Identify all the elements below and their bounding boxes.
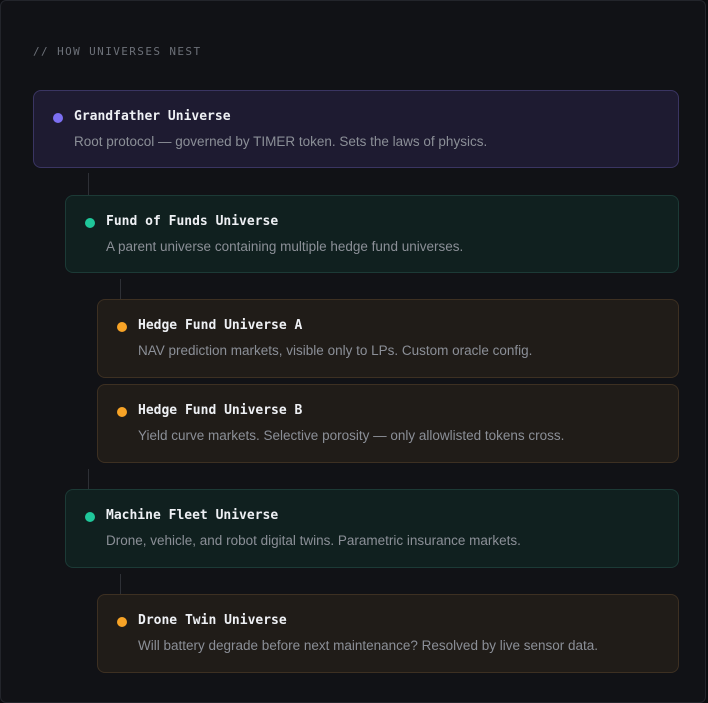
tree-connector xyxy=(120,279,121,299)
status-dot-icon xyxy=(117,617,127,627)
status-dot-icon xyxy=(85,218,95,228)
section-label: // HOW UNIVERSES NEST xyxy=(33,45,202,58)
universe-description: A parent universe containing multiple he… xyxy=(106,239,464,254)
universe-description: Yield curve markets. Selective porosity … xyxy=(138,428,565,443)
universe-nesting-panel: // HOW UNIVERSES NEST Grandfather Univer… xyxy=(0,0,706,703)
universe-card-hedge-fund-b[interactable]: Hedge Fund Universe B Yield curve market… xyxy=(97,384,679,463)
status-dot-icon xyxy=(85,512,95,522)
universe-title: Hedge Fund Universe A xyxy=(138,318,303,333)
universe-description: Root protocol — governed by TIMER token.… xyxy=(74,134,488,149)
universe-title: Drone Twin Universe xyxy=(138,613,287,628)
universe-card-fund-of-funds[interactable]: Fund of Funds Universe A parent universe… xyxy=(65,195,679,273)
tree-connector xyxy=(120,574,121,594)
universe-description: Will battery degrade before next mainten… xyxy=(138,638,599,653)
universe-card-hedge-fund-a[interactable]: Hedge Fund Universe A NAV prediction mar… xyxy=(97,299,679,378)
universe-title: Grandfather Universe xyxy=(74,109,231,124)
status-dot-icon xyxy=(117,322,127,332)
universe-card-drone-twin[interactable]: Drone Twin Universe Will battery degrade… xyxy=(97,594,679,673)
status-dot-icon xyxy=(117,407,127,417)
status-dot-icon xyxy=(53,113,63,123)
universe-title: Machine Fleet Universe xyxy=(106,508,279,523)
universe-card-machine-fleet[interactable]: Machine Fleet Universe Drone, vehicle, a… xyxy=(65,489,679,568)
universe-description: NAV prediction markets, visible only to … xyxy=(138,343,533,358)
universe-description: Drone, vehicle, and robot digital twins.… xyxy=(106,533,521,548)
universe-title: Hedge Fund Universe B xyxy=(138,403,303,418)
tree-connector xyxy=(88,173,89,195)
universe-title: Fund of Funds Universe xyxy=(106,214,279,229)
tree-connector xyxy=(88,469,89,489)
universe-card-grandfather[interactable]: Grandfather Universe Root protocol — gov… xyxy=(33,90,679,168)
